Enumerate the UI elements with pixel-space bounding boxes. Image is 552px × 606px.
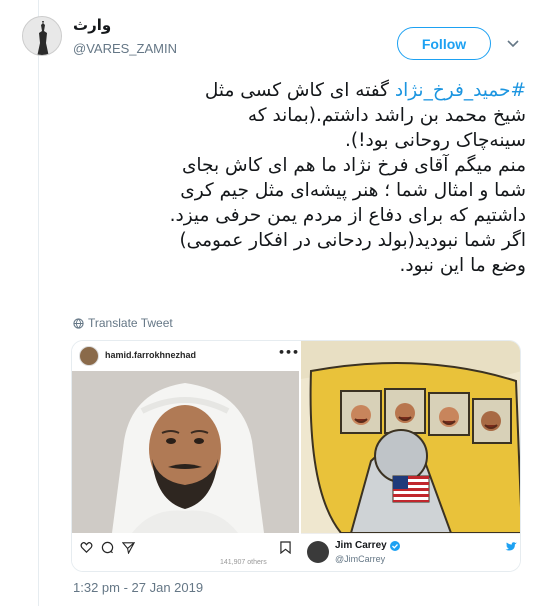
translate-tweet-link[interactable]: Translate Tweet [73, 316, 173, 330]
translate-label: Translate Tweet [88, 316, 173, 330]
follow-button[interactable]: Follow [397, 27, 491, 60]
instagram-header: hamid.farrokhnezhad ••• [72, 341, 299, 371]
embedded-tweet-handle: @JimCarrey [335, 554, 386, 564]
heart-icon[interactable] [80, 541, 93, 554]
embedded-tweet-name-row: Jim Carrey [335, 540, 400, 551]
tweet-line: وضع ما این نبود. [399, 255, 526, 276]
instagram-likes: 141,907 others [220, 559, 267, 566]
tweet-line-1-text: گفته ای کاش کسی مثل [204, 80, 395, 101]
tweet-line: سینه‌چاک روحانی بود!). [345, 130, 526, 151]
author-display-name[interactable]: وارث [73, 16, 111, 34]
left-divider [38, 0, 39, 606]
more-options-icon: ••• [278, 346, 300, 359]
tweet-line: شما و امثال شما ؛ هنر پیشه‌ای مثل جیم کر… [180, 180, 526, 201]
tweet-line-1: #حمید_فرخ_نژاد گفته ای کاش کسی مثل [66, 78, 526, 103]
bookmark-icon[interactable] [280, 541, 291, 554]
chevron-down-icon[interactable] [505, 35, 521, 51]
author-avatar[interactable] [22, 16, 62, 56]
tweet-line: شیخ محمد بن راشد داشتم.(بماند که [247, 105, 526, 126]
instagram-avatar [79, 346, 99, 366]
instagram-username: hamid.farrokhnezhad [105, 350, 197, 360]
tweet-text: #حمید_فرخ_نژاد گفته ای کاش کسی مثل شیخ م… [66, 78, 526, 278]
media-attachment[interactable]: hamid.farrokhnezhad ••• 141,907 others J… [71, 340, 521, 572]
embedded-tweet-avatar [307, 541, 329, 563]
embedded-tweet-name: Jim Carrey [335, 540, 387, 551]
cartoon-tweet-screenshot[interactable]: Jim Carrey @JimCarrey [301, 341, 520, 571]
tweet-line: منم میگم آقای فرخ نژاد ما هم ای کاش بجای [181, 155, 526, 176]
embedded-tweet-author: Jim Carrey @JimCarrey [301, 533, 520, 571]
tweet-line: داشتیم که برای دفاع از مردم یمن حرفی میز… [169, 205, 526, 226]
tweet-line: اگر شما نبودید(بولد ردحانی در افکار عموم… [179, 230, 526, 251]
tweet-timestamp[interactable]: 1:32 pm - 27 Jan 2019 [73, 580, 203, 595]
instagram-action-bar: 141,907 others [72, 533, 299, 571]
twitter-bird-icon [505, 542, 517, 551]
hashtag-link[interactable]: #حمید_فرخ_نژاد [395, 80, 526, 101]
author-handle[interactable]: @VARES_ZAMIN [73, 41, 177, 56]
comment-icon[interactable] [101, 541, 114, 554]
verified-badge-icon [389, 540, 400, 551]
globe-icon [73, 317, 84, 329]
share-icon[interactable] [122, 541, 135, 554]
sheikh-portrait-photo [72, 371, 299, 533]
instagram-screenshot[interactable]: hamid.farrokhnezhad ••• 141,907 others [72, 341, 299, 571]
tweet-card: وارث @VARES_ZAMIN Follow #حمید_فرخ_نژاد … [0, 0, 552, 606]
school-bus-cartoon [301, 341, 520, 533]
